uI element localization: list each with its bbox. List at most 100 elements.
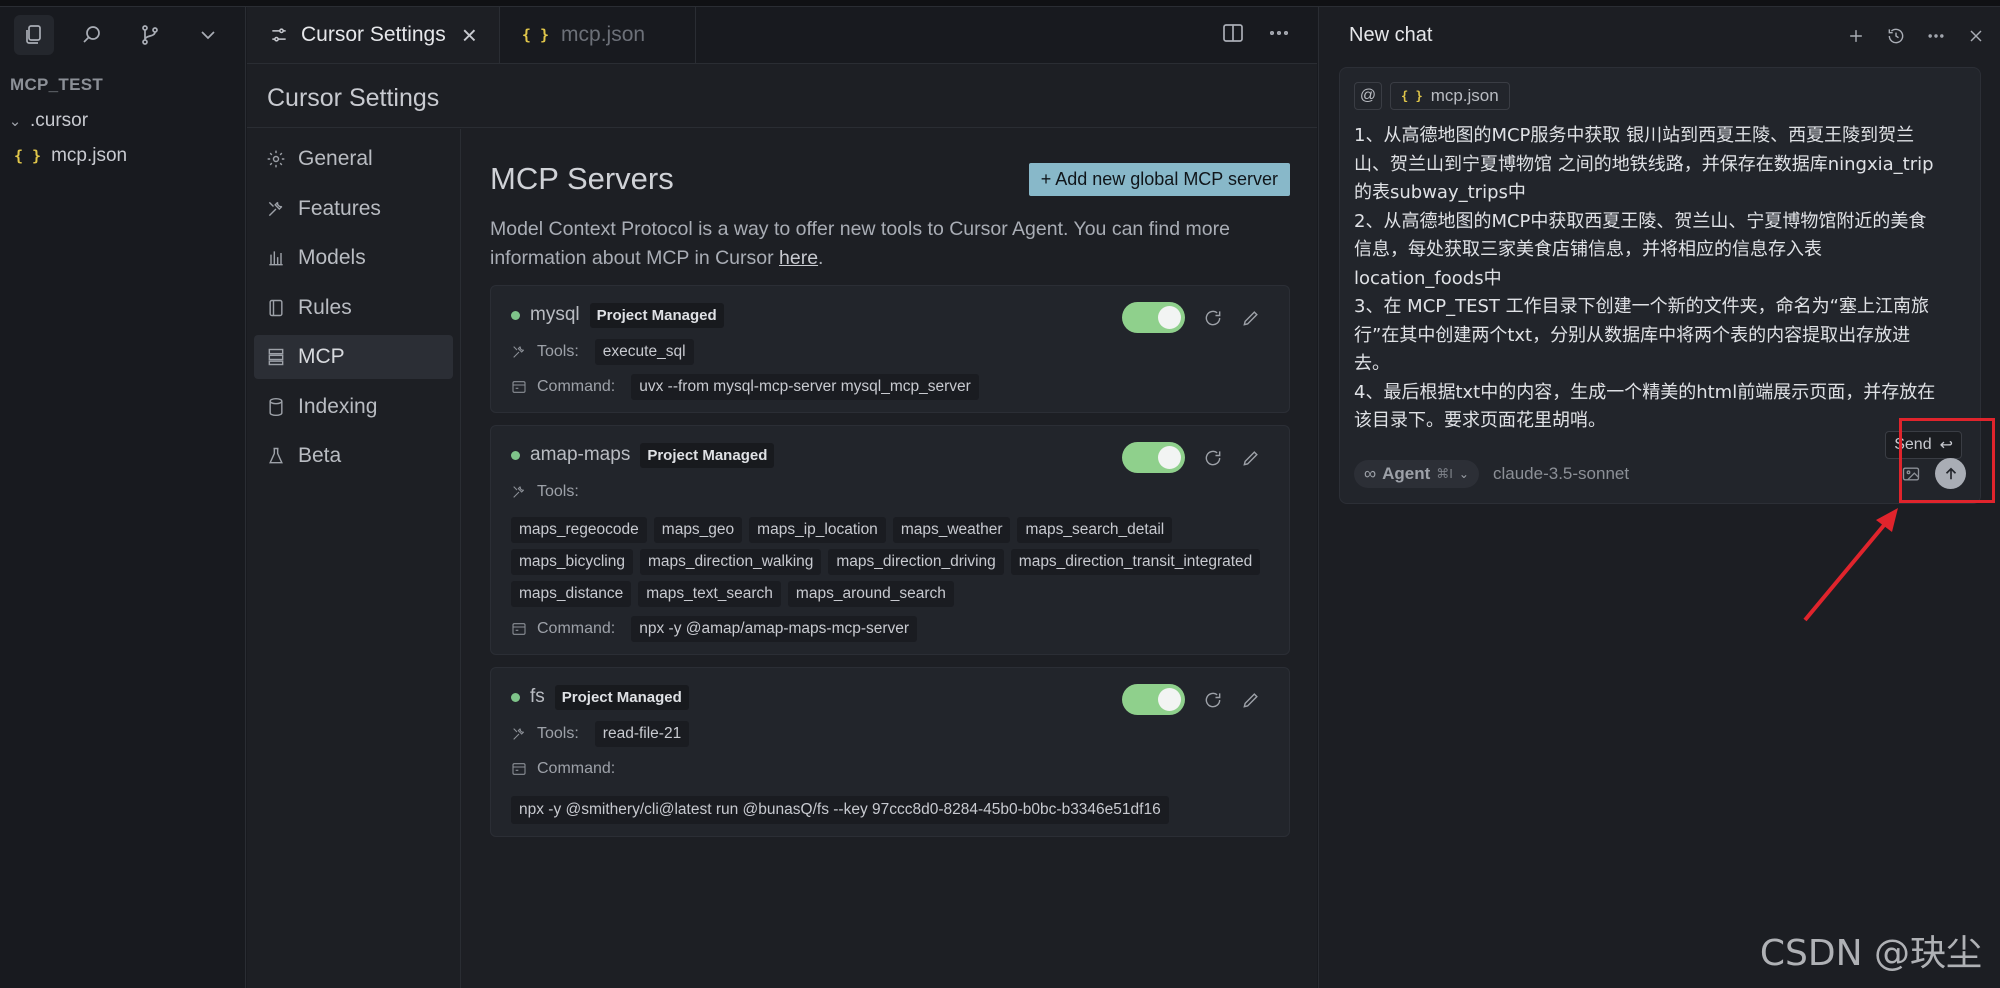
window-top-bar — [0, 0, 2000, 7]
context-row: @ { } mcp.json — [1340, 68, 1980, 110]
bar-chart-icon — [269, 251, 283, 266]
activity-bar — [0, 7, 245, 63]
settings-body: General Features Models Rules MCP Indexi… — [247, 129, 1317, 988]
tool-chip: maps_weather — [892, 517, 1011, 543]
command-label: Command: — [537, 620, 616, 637]
page-title: Cursor Settings — [247, 64, 1317, 128]
settings-nav: General Features Models Rules MCP Indexi… — [247, 129, 461, 988]
edit-icon[interactable] — [1241, 308, 1261, 328]
folder-label: .cursor — [30, 109, 89, 131]
server-controls — [1122, 302, 1261, 333]
context-file-chip[interactable]: { } mcp.json — [1390, 82, 1510, 110]
agent-label: Agent — [1382, 463, 1431, 483]
tab-cursor-settings[interactable]: Cursor Settings × — [247, 7, 500, 63]
refresh-icon[interactable] — [1203, 448, 1223, 468]
here-link[interactable]: here — [779, 247, 818, 269]
tool-chip: execute_sql — [594, 339, 694, 365]
chat-input-box[interactable]: @ { } mcp.json 1、从高德地图的MCP服务中获取 银川站到西夏王陵… — [1339, 67, 1981, 504]
annotation-highlight-box — [1899, 418, 1995, 503]
command-row: Command: npx -y @amap/amap-maps-mcp-serv… — [511, 616, 1269, 642]
nav-indexing[interactable]: Indexing — [254, 385, 453, 429]
tool-chip: maps_ip_location — [749, 517, 886, 543]
tool-chip: maps_direction_driving — [828, 549, 1004, 575]
history-icon[interactable] — [1886, 26, 1906, 46]
server-toggle[interactable] — [1122, 442, 1185, 473]
chat-message-input[interactable]: 1、从高德地图的MCP服务中获取 银川站到西夏王陵、西夏王陵到贺兰 山、贺兰山到… — [1340, 110, 1980, 436]
json-file-icon: { } — [1401, 89, 1423, 103]
chat-header: New chat — [1319, 7, 2000, 64]
chat-actions — [1846, 26, 1986, 46]
nav-mcp[interactable]: MCP — [254, 335, 453, 379]
server-card-fs: fs Project Managed Tools: read-file-21 C… — [490, 667, 1290, 837]
command-chip: npx -y @smithery/cli@latest run @bunasQ/… — [511, 796, 1169, 824]
add-context-button[interactable]: @ — [1354, 82, 1382, 110]
tool-chip: maps_search_detail — [1017, 517, 1173, 543]
tab-label: mcp.json — [561, 23, 646, 46]
nav-label: MCP — [298, 345, 345, 368]
server-controls — [1122, 684, 1261, 715]
nav-label: Indexing — [298, 394, 378, 418]
nav-beta[interactable]: Beta — [254, 434, 453, 478]
server-name: amap-maps — [530, 444, 631, 465]
refresh-icon[interactable] — [1203, 690, 1223, 710]
server-name: fs — [530, 686, 545, 707]
server-toggle[interactable] — [1122, 684, 1185, 715]
nav-rules[interactable]: Rules — [254, 286, 453, 330]
more-icon[interactable] — [1267, 21, 1291, 45]
description-text-end: . — [818, 247, 824, 269]
edit-icon[interactable] — [1241, 448, 1261, 468]
chevron-down-icon: ⌄ — [1458, 466, 1469, 481]
nav-features[interactable]: Features — [254, 187, 453, 231]
tab-label: Cursor Settings — [301, 23, 446, 46]
flask-icon — [269, 447, 283, 464]
close-icon[interactable]: × — [462, 20, 477, 51]
command-row: Command: — [511, 756, 1269, 782]
plus-icon[interactable] — [1846, 26, 1866, 46]
close-icon[interactable] — [1966, 26, 1986, 46]
context-file-label: mcp.json — [1430, 86, 1499, 105]
tool-chip: maps_bicycling — [511, 549, 633, 575]
tool-chip: maps_text_search — [638, 581, 781, 607]
add-mcp-server-button[interactable]: + Add new global MCP server — [1028, 162, 1290, 196]
nav-general[interactable]: General — [254, 137, 453, 181]
files-icon[interactable] — [14, 15, 54, 55]
mcp-title: MCP Servers — [490, 161, 674, 196]
tool-chip: maps_direction_walking — [639, 549, 822, 575]
nav-label: Rules — [298, 295, 352, 319]
tools-row: Tools: execute_sql — [511, 339, 1269, 365]
tab-mcp-json[interactable]: { } mcp.json — [500, 7, 697, 63]
source-control-icon[interactable] — [130, 15, 170, 55]
json-file-icon: { } — [14, 146, 42, 165]
tool-chip: read-file-21 — [594, 721, 690, 747]
tools-icon — [513, 486, 525, 498]
server-icon — [268, 348, 284, 366]
status-dot — [511, 450, 520, 460]
nav-label: Models — [298, 246, 366, 269]
mcp-description: Model Context Protocol is a way to offer… — [490, 215, 1290, 273]
refresh-icon[interactable] — [1203, 308, 1223, 328]
server-toggle[interactable] — [1122, 302, 1185, 333]
tools-row: Tools: — [511, 479, 1269, 505]
command-label: Command: — [537, 378, 616, 395]
command-label: Command: — [537, 760, 616, 777]
edit-icon[interactable] — [1241, 690, 1261, 710]
model-selector[interactable]: claude-3.5-sonnet — [1493, 464, 1629, 484]
chevron-down-icon[interactable] — [188, 15, 228, 55]
tools-icon — [513, 346, 525, 358]
tree-folder-cursor[interactable]: ⌄ .cursor — [0, 103, 245, 138]
tree-file-mcp-json[interactable]: { } mcp.json — [0, 138, 245, 173]
status-dot — [511, 310, 520, 320]
search-icon[interactable] — [72, 15, 112, 55]
tool-chip: maps_regeocode — [511, 517, 647, 543]
project-managed-badge: Project Managed — [554, 684, 689, 710]
split-editor-icon[interactable] — [1221, 21, 1245, 45]
watermark: CSDN @玦尘 — [1759, 933, 1982, 974]
database-icon — [269, 397, 283, 416]
project-title[interactable]: MCP_TEST — [0, 63, 245, 95]
server-card-amap-maps: amap-maps Project Managed Tools: maps_re… — [490, 425, 1290, 655]
agent-mode-selector[interactable]: ∞ Agent ⌘I ⌄ — [1354, 459, 1479, 488]
tools-label: Tools: — [537, 343, 579, 360]
file-label: mcp.json — [51, 144, 128, 166]
nav-models[interactable]: Models — [254, 236, 453, 280]
more-icon[interactable] — [1926, 26, 1946, 46]
